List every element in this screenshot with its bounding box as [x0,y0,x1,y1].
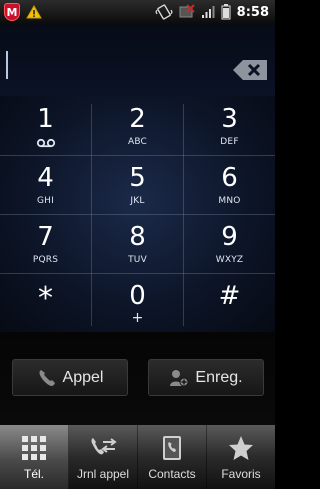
tab-call-log[interactable]: Jrnl appel [69,425,138,489]
number-entry[interactable] [0,24,275,96]
key-letters: TUV [128,255,147,265]
status-bar: M 8:58 [0,0,275,24]
text-cursor [6,51,8,79]
key-digit: * [38,281,53,316]
no-data-icon [179,4,195,18]
save-contact-button[interactable]: Enreg. [148,359,264,396]
dialpad: 1 2 ABC 3 DEF 4 GHI 5 JKL 6 MNO 7 PQRS 8… [0,96,275,332]
key-digit: # [218,281,241,311]
tab-contacts[interactable]: Contacts [138,425,207,489]
key-digit: 3 [221,104,238,134]
key-hash[interactable]: # [184,273,275,332]
backspace-icon[interactable] [231,58,269,82]
key-digit: 2 [129,104,146,134]
key-8[interactable]: 8 TUV [92,214,183,273]
key-4[interactable]: 4 GHI [0,155,91,214]
tab-phone[interactable]: Tél. [0,425,69,489]
key-1[interactable]: 1 [0,96,91,155]
tab-label: Jrnl appel [76,467,130,481]
key-letters: ABC [127,137,148,147]
key-letters: DEF [220,137,239,147]
action-row: Appel Enreg. [0,332,275,425]
call-button-label: Appel [62,368,104,386]
key-digit: 0 [129,281,146,311]
add-contact-icon [170,369,189,386]
voicemail-icon [36,138,55,148]
call-button[interactable]: Appel [12,359,128,396]
phone-handset-icon [39,369,55,386]
call-log-icon [91,438,117,455]
contacts-icon [163,436,181,460]
star-icon [229,436,253,460]
key-digit: 4 [37,163,54,193]
battery-icon [221,4,231,20]
tab-label: Favoris [221,467,261,481]
key-letters: PQRS [32,255,59,265]
signal-icon [201,6,215,18]
key-0[interactable]: 0 + [92,273,183,332]
key-letters: + [131,310,144,326]
key-digit: 7 [37,222,54,252]
key-digit: 5 [129,163,146,193]
warning-icon [26,5,42,19]
key-2[interactable]: 2 ABC [92,96,183,155]
key-6[interactable]: 6 MNO [184,155,275,214]
key-letters: MNO [218,196,241,206]
key-letters: GHI [37,196,54,206]
tab-favorites[interactable]: Favoris [207,425,275,489]
tab-label: Contacts [148,467,196,481]
key-7[interactable]: 7 PQRS [0,214,91,273]
key-letters: WXYZ [215,255,244,265]
key-digit: 9 [221,222,238,252]
clock: 8:58 [236,4,269,20]
key-5[interactable]: 5 JKL [92,155,183,214]
key-letters: JKL [130,196,145,206]
vibrate-icon [154,4,173,20]
dialpad-icon [22,436,46,460]
bottom-tab-bar: Tél. Jrnl appel Contacts Favoris [0,425,275,489]
save-button-label: Enreg. [195,368,243,386]
mcafee-icon: M [4,3,20,21]
key-digit: 6 [221,163,238,193]
key-9[interactable]: 9 WXYZ [184,214,275,273]
key-3[interactable]: 3 DEF [184,96,275,155]
key-digit: 8 [129,222,146,252]
key-star[interactable]: * [0,273,91,332]
tab-label: Tél. [23,467,44,481]
key-digit: 1 [37,104,54,134]
